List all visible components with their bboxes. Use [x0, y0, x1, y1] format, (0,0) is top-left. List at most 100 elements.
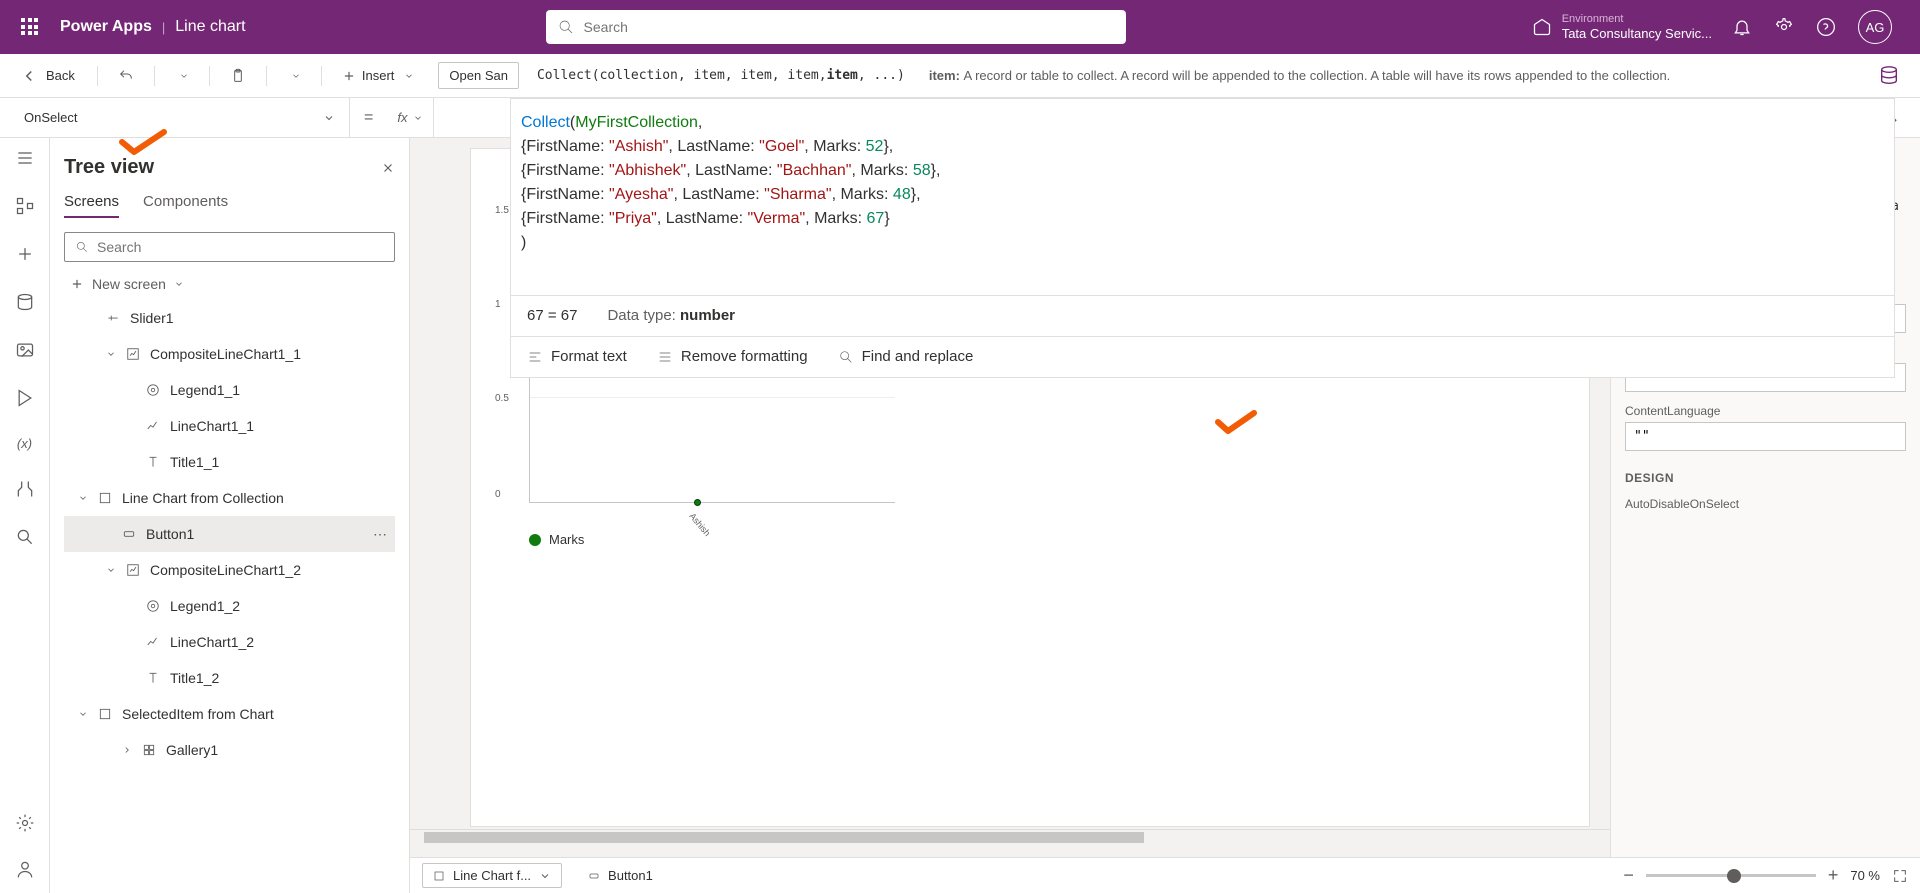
chart-data-point: [694, 499, 701, 506]
item-overflow-icon[interactable]: ⋯: [373, 526, 389, 543]
insert-button[interactable]: Insert: [342, 68, 415, 83]
back-label: Back: [46, 68, 75, 83]
tree-item-gallery1[interactable]: Gallery1: [64, 732, 395, 768]
tree-search-input[interactable]: [97, 239, 384, 255]
chart-icon: [126, 347, 140, 361]
property-name: OnSelect: [24, 110, 77, 125]
add-icon[interactable]: [15, 244, 35, 264]
data-icon[interactable]: [15, 292, 35, 312]
legend-label: Marks: [549, 532, 584, 547]
undo-icon: [118, 68, 134, 84]
variables-icon[interactable]: (x): [17, 436, 32, 451]
power-automate-icon[interactable]: [15, 388, 35, 408]
signature-pre: Collect(collection, item, item, item,: [537, 68, 827, 83]
breadcrumb-control[interactable]: Button1: [578, 864, 663, 887]
y-tick: 1.5: [495, 205, 509, 216]
paste-button[interactable]: [224, 64, 252, 88]
chevron-right-icon: [122, 745, 132, 755]
format-text-button[interactable]: Format text: [527, 345, 627, 369]
data-type-value: number: [680, 307, 735, 324]
user-avatar[interactable]: AG: [1858, 10, 1892, 44]
search-icon: [75, 240, 89, 254]
clipboard-icon: [230, 68, 246, 84]
contentlang-prop-input[interactable]: [1625, 422, 1906, 451]
hamburger-icon[interactable]: [15, 148, 35, 168]
param-name: item:: [929, 68, 960, 83]
y-tick: 0: [495, 489, 501, 500]
command-bar: Back Insert Open San Collect(collection,…: [0, 54, 1920, 98]
line-chart-icon: [146, 635, 160, 649]
data-source-icon[interactable]: [1878, 65, 1900, 87]
tree-item-title2[interactable]: Title1_2: [64, 660, 395, 696]
fit-to-screen-icon[interactable]: [1892, 868, 1908, 884]
new-screen-label: New screen: [92, 276, 166, 292]
property-selector[interactable]: OnSelect: [0, 98, 350, 137]
tab-components[interactable]: Components: [143, 193, 228, 218]
formula-code[interactable]: Collect(MyFirstCollection, {FirstName: "…: [511, 99, 1894, 295]
chevron-down-icon: [291, 71, 301, 81]
help-icon[interactable]: [1816, 17, 1836, 37]
formula-editor[interactable]: Collect(MyFirstCollection, {FirstName: "…: [510, 98, 1895, 378]
zoom-in-button[interactable]: +: [1828, 865, 1839, 886]
tree-item-screen-selected[interactable]: SelectedItem from Chart: [64, 696, 395, 732]
format-icon: [527, 349, 543, 365]
chevron-down-icon: [323, 112, 335, 124]
tree-item-composite2[interactable]: CompositeLineChart1_2: [64, 552, 395, 588]
chart-icon: [126, 563, 140, 577]
waffle-icon: [21, 18, 39, 36]
tree-item-title1[interactable]: Title1_1: [64, 444, 395, 480]
tree-search[interactable]: [64, 232, 395, 262]
find-replace-button[interactable]: Find and replace: [838, 345, 974, 369]
remove-formatting-button[interactable]: Remove formatting: [657, 345, 808, 369]
environment-picker[interactable]: Environment Tata Consultancy Servic...: [1532, 13, 1712, 42]
text-icon: [146, 455, 160, 469]
environment-label: Environment: [1562, 13, 1712, 26]
zoom-slider[interactable]: [1646, 874, 1816, 877]
undo-button[interactable]: [112, 64, 140, 88]
tree-item-legend1[interactable]: Legend1_1: [64, 372, 395, 408]
tree-item-legend2[interactable]: Legend1_2: [64, 588, 395, 624]
screen-icon: [433, 870, 445, 882]
search-input[interactable]: [584, 19, 1114, 35]
ask-virtual-agent-icon[interactable]: [15, 859, 35, 879]
tree-item-screen-linecoll[interactable]: Line Chart from Collection: [64, 480, 395, 516]
chevron-down-icon: [106, 565, 116, 575]
tree-list: Slider1 CompositeLineChart1_1 Legend1_1 …: [64, 300, 395, 768]
x-tick: Ashish: [687, 511, 712, 538]
new-screen-button[interactable]: New screen: [70, 276, 395, 292]
top-header: Power Apps | Line chart Environment Tata…: [0, 0, 1920, 54]
breadcrumb-screen[interactable]: Line Chart f...: [422, 863, 562, 888]
chevron-down-icon: [106, 349, 116, 359]
horizontal-scrollbar[interactable]: [410, 829, 1610, 845]
media-icon[interactable]: [15, 340, 35, 360]
search-rail-icon[interactable]: [15, 527, 35, 547]
global-search[interactable]: [546, 10, 1126, 44]
tree-title: Tree view: [64, 156, 154, 179]
data-type-label: Data type:: [607, 307, 675, 324]
settings-icon[interactable]: [1774, 17, 1794, 37]
font-selector[interactable]: Open San: [438, 62, 519, 89]
tree-item-linechart2[interactable]: LineChart1_2: [64, 624, 395, 660]
settings-rail-icon[interactable]: [15, 813, 35, 833]
tab-screens[interactable]: Screens: [64, 193, 119, 218]
search-icon: [558, 19, 574, 35]
paste-menu-button[interactable]: [281, 67, 307, 85]
breadcrumb-label: Line Chart f...: [453, 868, 531, 883]
zoom-out-button[interactable]: −: [1623, 865, 1634, 886]
back-button[interactable]: Back: [20, 67, 75, 85]
app-launcher[interactable]: [10, 18, 50, 36]
close-panel-button[interactable]: [381, 161, 395, 175]
undo-menu-button[interactable]: [169, 67, 195, 85]
fx-button[interactable]: fx: [387, 98, 434, 137]
advanced-tools-icon[interactable]: [15, 479, 35, 499]
tree-item-slider[interactable]: Slider1: [64, 300, 395, 336]
tree-item-button1[interactable]: Button1⋯: [64, 516, 395, 552]
notifications-icon[interactable]: [1732, 17, 1752, 37]
param-description: A record or table to collect. A record w…: [964, 68, 1671, 83]
equals-sign: =: [350, 109, 387, 127]
tree-item-linechart1[interactable]: LineChart1_1: [64, 408, 395, 444]
gallery-icon: [142, 743, 156, 757]
button-icon: [588, 870, 600, 882]
tree-item-composite1[interactable]: CompositeLineChart1_1: [64, 336, 395, 372]
tree-view-icon[interactable]: [15, 196, 35, 216]
